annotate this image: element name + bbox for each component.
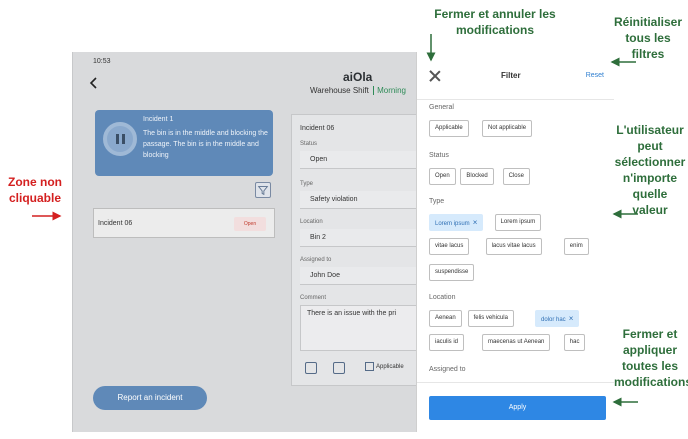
figure: 10:53 aiOla Warehouse Shift Morning Inci… [0,0,688,439]
callout-arrows [32,34,638,407]
